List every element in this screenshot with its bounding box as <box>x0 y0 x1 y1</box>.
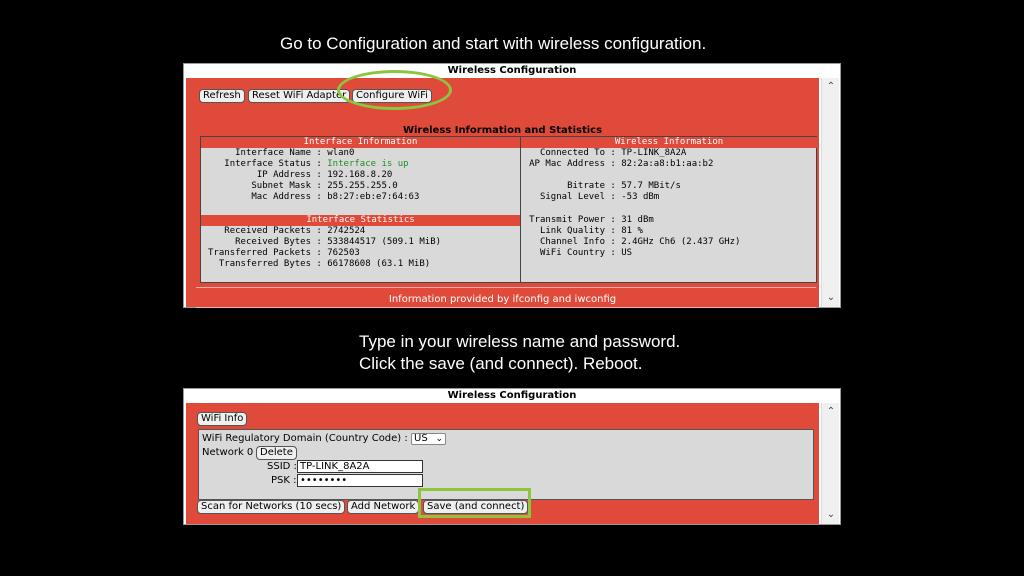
kv-row: Transferred Bytes : 66178608 (63.1 MiB) <box>201 259 430 270</box>
kv-value: 192.168.8.20 <box>327 170 393 180</box>
panel-title: Wireless Configuration <box>184 64 840 78</box>
chevron-down-icon: ⌄ <box>435 434 443 444</box>
highlight-rect <box>418 488 531 518</box>
interface-info-header: Interface Information <box>201 137 520 148</box>
kv-key: Interface Status <box>224 159 311 169</box>
interface-status-value: Interface is up <box>327 159 409 169</box>
refresh-button[interactable]: Refresh <box>199 89 245 103</box>
kv-value: 2742524 <box>327 226 366 236</box>
scrollbar[interactable]: ⌃ ⌄ <box>821 403 839 524</box>
kv-value: wlan0 <box>327 148 355 158</box>
kv-row: Interface Name : wlan0 <box>201 148 354 159</box>
kv-key: Mac Address <box>251 192 311 202</box>
ssid-input[interactable]: TP-LINK_8A2A <box>297 460 423 473</box>
kv-row: Transmit Power : 31 dBm <box>524 215 654 226</box>
regulatory-domain-label: WiFi Regulatory Domain (Country Code) : <box>202 433 408 444</box>
kv-value: b8:27:eb:e7:64:63 <box>327 192 420 202</box>
wireless-info-panel: Wireless Configuration Refresh Reset WiF… <box>183 63 841 308</box>
kv-value: 81 % <box>621 226 643 236</box>
kv-key: Subnet Mask <box>251 181 311 191</box>
instruction-line-1: Type in your wireless name and password. <box>359 332 681 351</box>
kv-value: TP-LINK_8A2A <box>621 148 687 158</box>
kv-row: Channel Info : 2.4GHz Ch6 (2.437 GHz) <box>524 237 741 248</box>
kv-key: WiFi Country <box>539 248 605 258</box>
kv-key: AP Mac Address <box>529 159 605 169</box>
kv-value: 533844517 (509.1 MiB) <box>327 237 442 247</box>
country-code-value: US <box>414 433 428 444</box>
kv-value: 66178608 (63.1 MiB) <box>327 259 431 269</box>
panel-title: Wireless Configuration <box>184 389 840 403</box>
kv-key: IP Address <box>256 170 311 180</box>
kv-key: Transmit Power <box>529 215 605 225</box>
chevron-up-icon[interactable]: ⌃ <box>825 406 837 418</box>
kv-key: Received Packets <box>224 226 311 236</box>
kv-row: WiFi Country : US <box>524 248 632 259</box>
kv-value: US <box>621 248 633 258</box>
kv-row: Transferred Packets : 762503 <box>201 248 360 259</box>
kv-row: Subnet Mask : 255.255.255.0 <box>201 181 398 192</box>
delete-network-button[interactable]: Delete <box>256 446 297 460</box>
kv-value: 82:2a:a8:b1:aa:b2 <box>621 159 714 169</box>
kv-row: Link Quality : 81 % <box>524 226 643 237</box>
divider <box>196 287 816 288</box>
network-label: Network 0 <box>202 447 254 458</box>
ssid-label: SSID : <box>267 461 297 472</box>
interface-stats-header: Interface Statistics <box>201 215 520 226</box>
scan-networks-button[interactable]: Scan for Networks (10 secs) <box>197 500 346 514</box>
kv-row: Signal Level : -53 dBm <box>524 192 659 203</box>
kv-row: IP Address : 192.168.8.20 <box>201 170 392 181</box>
kv-key: Channel Info <box>539 237 605 247</box>
kv-row: Received Bytes : 533844517 (509.1 MiB) <box>201 237 441 248</box>
psk-label: PSK : <box>271 475 297 486</box>
kv-value: 2.4GHz Ch6 (2.437 GHz) <box>621 237 741 247</box>
kv-value: 255.255.255.0 <box>327 181 398 191</box>
kv-key: Transferred Bytes <box>218 259 311 269</box>
stats-table: Interface Information Wireless Informati… <box>200 136 817 283</box>
scrollbar[interactable]: ⌃ ⌄ <box>821 78 839 307</box>
kv-key: Interface Name <box>235 148 311 158</box>
highlight-oval <box>337 70 452 110</box>
wireless-info-header: Wireless Information <box>521 137 817 148</box>
chevron-down-icon[interactable]: ⌄ <box>825 509 837 521</box>
kv-value: 762503 <box>327 248 360 258</box>
kv-key: Signal Level <box>539 192 605 202</box>
instruction-line-2: Click the save (and connect). Reboot. <box>359 354 643 373</box>
kv-value: 31 dBm <box>621 215 654 225</box>
psk-input[interactable]: •••••••• <box>297 474 423 487</box>
table-divider <box>520 137 521 282</box>
kv-key: Received Bytes <box>235 237 311 247</box>
kv-row: Bitrate : 57.7 MBit/s <box>524 181 681 192</box>
kv-row: Connected To : TP-LINK_8A2A <box>524 148 686 159</box>
country-code-select[interactable]: US ⌄ <box>411 433 446 445</box>
kv-key: Bitrate <box>567 181 605 191</box>
kv-row: Mac Address : b8:27:eb:e7:64:63 <box>201 192 419 203</box>
add-network-button[interactable]: Add Network <box>347 500 420 514</box>
chevron-up-icon[interactable]: ⌃ <box>825 81 837 93</box>
kv-key: Link Quality <box>539 226 605 236</box>
kv-value: 57.7 MBit/s <box>621 181 681 191</box>
kv-row: Interface Status : Interface is up <box>201 159 409 170</box>
kv-row: Received Packets : 2742524 <box>201 226 365 237</box>
instruction-caption-top: Go to Configuration and start with wirel… <box>280 34 707 53</box>
info-content-area: Refresh Reset WiFi Adapter Configure WiF… <box>186 78 819 308</box>
info-footer: Information provided by ifconfig and iwc… <box>388 294 617 305</box>
wifi-info-button[interactable]: WiFi Info <box>197 412 248 426</box>
instruction-caption-mid: Type in your wireless name and password.… <box>359 331 680 375</box>
kv-key: Connected To <box>539 148 605 158</box>
reset-wifi-adapter-button[interactable]: Reset WiFi Adapter <box>248 89 351 103</box>
kv-value: -53 dBm <box>621 192 660 202</box>
chevron-down-icon[interactable]: ⌄ <box>825 292 837 304</box>
divider <box>196 307 816 308</box>
kv-key: Transferred Packets <box>208 248 311 258</box>
kv-row: AP Mac Address : 82:2a:a8:b1:aa:b2 <box>524 159 713 170</box>
